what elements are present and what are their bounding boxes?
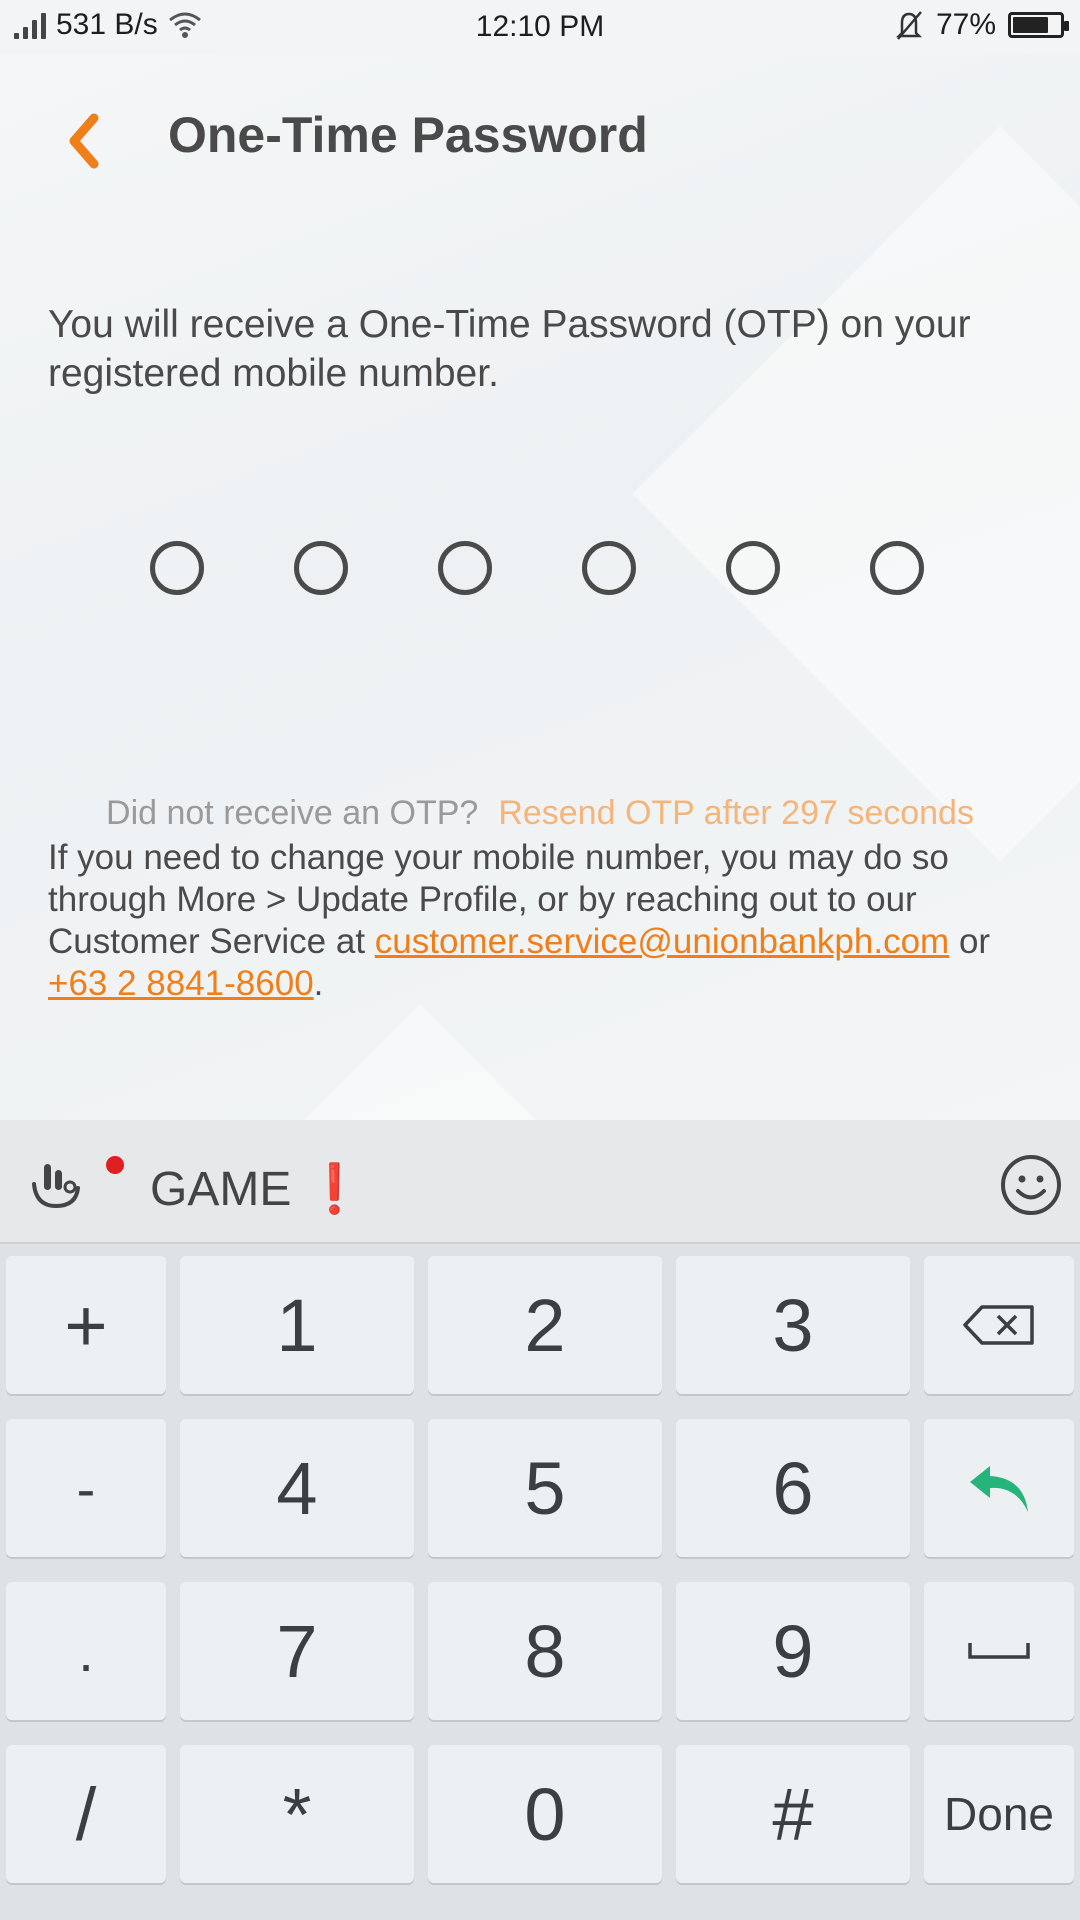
status-right: 77% xyxy=(894,8,1069,42)
page-title: One-Time Password xyxy=(168,107,648,163)
info-text: If you need to change your mobile number… xyxy=(48,837,1048,1005)
otp-digit-3[interactable] xyxy=(438,541,492,595)
otp-input[interactable] xyxy=(150,541,930,597)
keyboard-toolbar: GAME ❗ xyxy=(0,1120,1080,1244)
background-decoration xyxy=(632,126,1080,862)
otp-digit-5[interactable] xyxy=(726,541,780,595)
battery-icon xyxy=(1008,12,1069,38)
key-minus[interactable]: - xyxy=(6,1419,166,1557)
key-8[interactable]: 8 xyxy=(428,1582,662,1720)
key-3[interactable]: 3 xyxy=(676,1256,910,1394)
otp-digit-4[interactable] xyxy=(582,541,636,595)
key-2[interactable]: 2 xyxy=(428,1256,662,1394)
gesture-icon[interactable] xyxy=(26,1154,86,1214)
key-hash[interactable]: # xyxy=(676,1745,910,1883)
resend-row: Did not receive an OTP? Resend OTP after … xyxy=(0,794,1080,833)
resend-otp-link[interactable]: Resend OTP after 297 seconds xyxy=(498,794,974,832)
notification-dot xyxy=(106,1156,124,1174)
key-star[interactable]: * xyxy=(180,1745,414,1883)
info-text-after: . xyxy=(313,964,324,1003)
key-backspace[interactable] xyxy=(924,1256,1074,1394)
key-done[interactable]: Done xyxy=(924,1745,1074,1883)
emoji-icon[interactable] xyxy=(1000,1154,1062,1216)
otp-digit-2[interactable] xyxy=(294,541,348,595)
header: One-Time Password xyxy=(0,54,1080,224)
space-icon xyxy=(968,1643,1030,1659)
key-6[interactable]: 6 xyxy=(676,1419,910,1557)
backspace-icon xyxy=(963,1305,1034,1345)
chevron-left-icon xyxy=(69,113,99,169)
numeric-keyboard: GAME ❗ + 1 2 3 - 4 5 6 . 7 8 9 / * 0 # D… xyxy=(0,1120,1080,1920)
key-space[interactable] xyxy=(924,1582,1074,1720)
otp-digit-6[interactable] xyxy=(870,541,924,595)
battery-percent: 77% xyxy=(935,8,996,41)
email-link[interactable]: customer.service@unionbankph.com xyxy=(375,922,949,961)
key-5[interactable]: 5 xyxy=(428,1419,662,1557)
key-period[interactable]: . xyxy=(6,1582,166,1720)
resend-question: Did not receive an OTP? xyxy=(106,794,479,832)
game-shortcut[interactable]: GAME ❗ xyxy=(150,1160,364,1217)
phone-link[interactable]: +63 2 8841-8600 xyxy=(48,964,314,1003)
intro-text: You will receive a One-Time Password (OT… xyxy=(48,303,971,395)
otp-screen: One-Time Password You will receive a One… xyxy=(0,54,1080,1120)
back-button[interactable] xyxy=(56,106,116,176)
key-slash[interactable]: / xyxy=(6,1745,166,1883)
key-4[interactable]: 4 xyxy=(180,1419,414,1557)
info-text-middle: or xyxy=(949,922,991,961)
key-enter[interactable] xyxy=(924,1419,1074,1557)
key-0[interactable]: 0 xyxy=(428,1745,662,1883)
game-mark: ❗ xyxy=(304,1163,365,1216)
status-bar: 531 B/s 12:10 PM 77% xyxy=(0,0,1080,54)
otp-digit-1[interactable] xyxy=(150,541,204,595)
key-7[interactable]: 7 xyxy=(180,1582,414,1720)
bell-off-icon xyxy=(895,11,922,40)
key-1[interactable]: 1 xyxy=(180,1256,414,1394)
key-plus[interactable]: + xyxy=(6,1256,166,1394)
enter-icon xyxy=(970,1466,1028,1512)
background-decoration xyxy=(250,1004,590,1120)
game-label: GAME xyxy=(150,1163,292,1216)
key-9[interactable]: 9 xyxy=(676,1582,910,1720)
